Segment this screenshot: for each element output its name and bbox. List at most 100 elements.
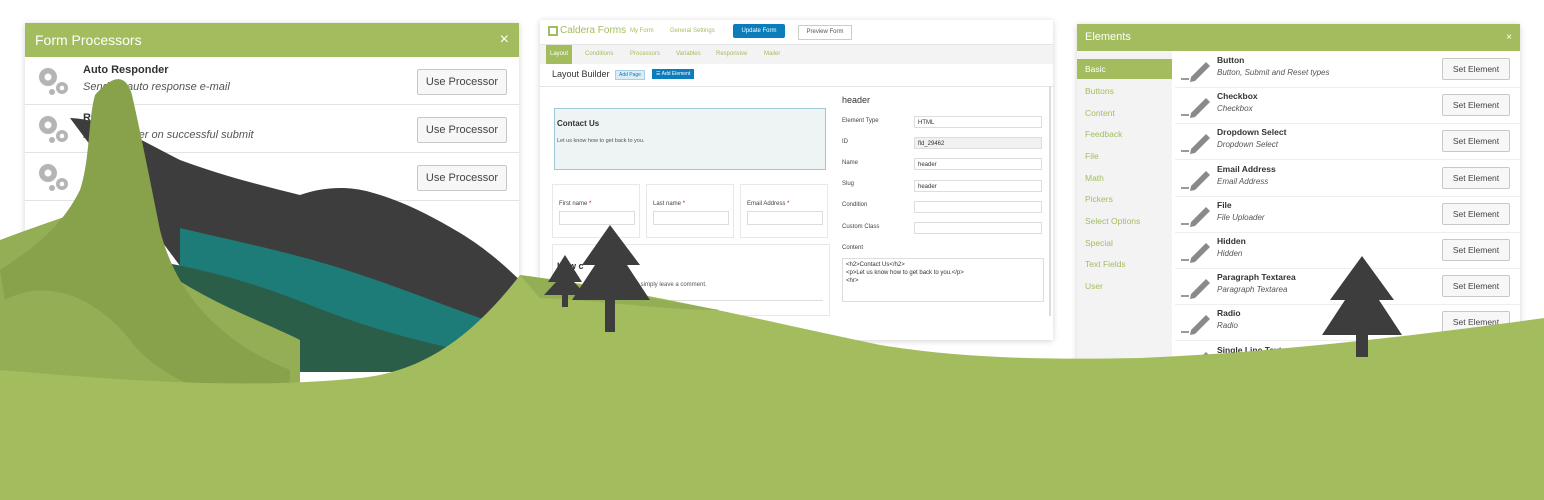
elements-header: Elements × (1077, 24, 1520, 51)
update-form-button[interactable]: Update Form (733, 24, 785, 38)
category-feedback[interactable]: Feedback (1085, 129, 1122, 139)
processor-row: Redirect Redirect user on successful sub… (25, 105, 519, 153)
category-select-options[interactable]: Select Options (1085, 216, 1140, 226)
gear-icon (39, 68, 68, 95)
field-settings-title: header (842, 95, 871, 105)
content-line: <hr> (846, 278, 859, 284)
general-settings-link[interactable]: General Settings (670, 28, 715, 34)
element-title: Hidden (1217, 236, 1246, 246)
category-content[interactable]: Content (1085, 108, 1115, 118)
field-label-text: Email Address (747, 201, 786, 207)
content-line: <p>Let us know how to get back to you.</… (846, 270, 964, 276)
tab-mailer[interactable]: Mailer (764, 51, 780, 57)
set-element-button[interactable]: Set Element (1442, 275, 1510, 298)
pencil-icon (1181, 279, 1210, 300)
set-element-button[interactable]: Set Element (1442, 347, 1510, 370)
form-processors-title: Form Processors (35, 32, 142, 48)
add-page-button[interactable]: Add Page (615, 70, 645, 80)
field-label: Last name * (653, 201, 685, 207)
email-field-card[interactable]: Email Address * (740, 184, 828, 238)
use-processor-button[interactable]: Use Processor (417, 69, 507, 95)
tab-conditions[interactable]: Conditions (585, 51, 613, 57)
content-line: <h2>Contact Us</h2> (846, 262, 905, 268)
tab-processors[interactable]: Processors (630, 51, 660, 57)
contact-heading: Contact Us (557, 119, 600, 128)
set-element-button[interactable]: Set Element (1442, 202, 1510, 225)
set-element-button[interactable]: Set Element (1442, 239, 1510, 261)
set-element-button[interactable]: Set Element (1442, 166, 1510, 189)
processor-row: Use Processor (25, 153, 519, 201)
element-type-select[interactable]: HTML (914, 116, 1042, 128)
gear-icon (39, 164, 68, 191)
preview-form-button[interactable]: Preview Form (798, 25, 852, 40)
form-builder-panel: Caldera Forms My Form General Settings U… (540, 20, 1053, 340)
lower-html-card[interactable]: How c r simply leave a comment. (552, 244, 830, 316)
processor-row: Auto Responder Send an auto response e-m… (25, 57, 519, 105)
form-name-link[interactable]: My Form (630, 28, 654, 34)
required-marker: * (589, 201, 592, 207)
pencil-icon (1181, 351, 1210, 372)
condition-label: Condition (842, 202, 868, 208)
name-label: Name (842, 160, 859, 166)
header-field-card[interactable]: Contact Us Let us know how to get back t… (554, 108, 826, 170)
required-marker: * (682, 201, 686, 207)
category-text-fields[interactable]: Text Fields (1085, 259, 1126, 269)
brand-name: Caldera Forms (560, 25, 627, 36)
element-type-label: Element Type (842, 118, 879, 124)
last-name-field-card[interactable]: Last name * (646, 184, 734, 238)
slug-label: Slug (842, 181, 855, 187)
elements-panel: Elements × Basic Buttons Content Feedbac… (1077, 24, 1520, 384)
add-element-label: Add Element (661, 71, 691, 77)
processor-title: Redirect (83, 112, 128, 124)
tab-responsive[interactable]: Responsive (716, 51, 747, 57)
pencil-icon (1181, 62, 1210, 82)
close-icon[interactable]: × (500, 23, 509, 57)
pencil-icon (1181, 170, 1210, 191)
element-title: Single Line Text (1217, 344, 1282, 355)
custom-class-input[interactable] (914, 222, 1042, 234)
custom-class-label: Custom Class (842, 224, 880, 230)
set-element-button[interactable]: Set Element (1442, 94, 1510, 117)
category-file[interactable]: File (1085, 151, 1099, 161)
slug-input[interactable]: header (914, 180, 1042, 192)
first-name-input[interactable] (559, 211, 635, 225)
tab-layout[interactable]: Layout (546, 45, 573, 64)
processor-description: Send an auto response e-mail (83, 81, 230, 93)
set-element-button[interactable]: Set Element (1442, 130, 1510, 153)
element-row: Button Button, Submit and Reset types Set … (1175, 51, 1520, 88)
element-row: Radio Radio Set Element (1175, 304, 1520, 342)
category-math[interactable]: Math (1085, 173, 1104, 183)
element-row: File File Uploader Set Element (1175, 196, 1520, 233)
element-description: Hidden (1217, 249, 1243, 258)
category-special[interactable]: Special (1085, 238, 1113, 248)
category-pickers[interactable]: Pickers (1085, 194, 1113, 204)
id-label: ID (842, 139, 848, 145)
email-input[interactable] (747, 211, 823, 225)
last-name-input[interactable] (653, 211, 729, 225)
first-name-field-card[interactable]: First name * (552, 184, 640, 238)
element-description: Dropdown Select (1217, 140, 1278, 150)
category-basic[interactable]: Basic (1077, 59, 1172, 79)
tab-variables[interactable]: Variables (676, 51, 701, 57)
close-icon[interactable]: × (1506, 24, 1512, 51)
set-element-button[interactable]: Set Element (1442, 311, 1510, 334)
add-element-button[interactable]: ☰ Add Element (652, 69, 695, 79)
field-label: Email Address * (747, 201, 789, 207)
element-row: Hidden Hidden Set Element (1175, 232, 1520, 269)
use-processor-button[interactable]: Use Processor (417, 117, 507, 143)
category-user[interactable]: User (1085, 281, 1103, 291)
use-processor-button[interactable]: Use Processor (417, 165, 507, 191)
condition-select[interactable] (914, 201, 1042, 213)
name-input[interactable]: header (914, 158, 1042, 170)
set-element-button[interactable]: Set Element (1442, 58, 1510, 80)
layout-canvas: Contact Us Let us know how to get back t… (552, 100, 830, 316)
pencil-icon (1181, 134, 1210, 155)
required-marker: * (787, 201, 790, 207)
lower-text: r simply leave a comment. (637, 282, 707, 288)
scrollbar[interactable] (1049, 86, 1051, 316)
element-title: Email Address (1217, 163, 1276, 174)
contact-subtext: Let us know how to get back to you. (557, 138, 645, 144)
content-editor[interactable]: <h2>Contact Us</h2> <p>Let us know how t… (842, 258, 1044, 302)
category-buttons[interactable]: Buttons (1085, 86, 1114, 96)
processor-description: Redirect user on successful submit (83, 129, 254, 141)
